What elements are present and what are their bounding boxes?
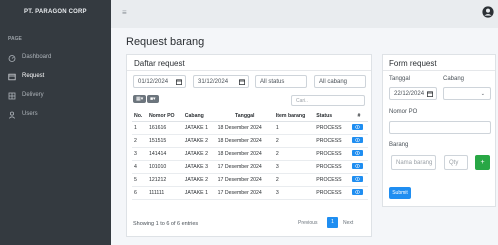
cabang-label: Cabang bbox=[443, 76, 465, 82]
eye-icon bbox=[354, 177, 360, 181]
chevron-down-icon: ⌄ bbox=[480, 91, 485, 97]
pagination-previous[interactable]: Previous bbox=[298, 220, 317, 226]
sidebar-item-delivery[interactable]: Delivery bbox=[0, 88, 111, 104]
column-header[interactable]: No. bbox=[132, 111, 147, 122]
columns-button[interactable]: ■▾ bbox=[147, 95, 159, 103]
eye-icon bbox=[354, 125, 360, 129]
column-header[interactable]: # bbox=[349, 111, 368, 122]
date-from-input[interactable]: 01/12/2024 bbox=[133, 75, 186, 88]
column-header[interactable]: Tanggal bbox=[215, 111, 274, 122]
user-avatar-icon[interactable] bbox=[482, 6, 494, 18]
eye-icon bbox=[354, 164, 360, 168]
delivery-icon bbox=[8, 92, 16, 100]
eye-icon bbox=[354, 138, 360, 142]
table-row: 4 101010 JATAKE 3 17 Desember 2024 3 PRO… bbox=[132, 160, 368, 174]
menu-icon[interactable]: ≡ bbox=[122, 8, 127, 17]
table-row: 5 121212 JATAKE 2 17 Desember 2024 2 PRO… bbox=[132, 173, 368, 187]
table-row: 2 151515 JATAKE 2 18 Desember 2024 2 PRO… bbox=[132, 134, 368, 148]
add-item-button[interactable]: + bbox=[475, 155, 490, 170]
submit-button[interactable]: Submit bbox=[389, 187, 411, 199]
sidebar-item-request[interactable]: Request bbox=[0, 69, 111, 85]
export-button[interactable]: ▦▾ bbox=[133, 95, 147, 103]
request-form-card: Form request Tanggal Cabang 22/12/2024 ⌄… bbox=[382, 54, 496, 207]
barang-label: Barang bbox=[389, 142, 409, 148]
view-detail-button[interactable] bbox=[351, 137, 363, 143]
sidebar-item-label: Delivery bbox=[22, 92, 44, 98]
request-table: No. Nomor PO Cabang Tanggal Item barang … bbox=[132, 111, 368, 200]
cabang-select[interactable]: ⌄ bbox=[443, 87, 491, 100]
sidebar: PAGE Dashboard Request Delivery Users bbox=[0, 28, 111, 245]
eye-icon bbox=[354, 190, 360, 194]
tanggal-label: Tanggal bbox=[389, 76, 411, 82]
card-title: Form request bbox=[389, 59, 437, 68]
sidebar-heading: PAGE bbox=[8, 36, 22, 42]
table-row: 6 111111 JATAKE 1 17 Desember 2024 3 PRO… bbox=[132, 186, 368, 200]
column-header[interactable]: Cabang bbox=[182, 111, 216, 122]
qty-input[interactable]: Qty bbox=[444, 155, 468, 170]
tanggal-input[interactable]: 22/12/2024 bbox=[389, 87, 437, 100]
table-info: Showing 1 to 6 of 6 entries bbox=[133, 221, 199, 227]
nomor-po-label: Nomor PO bbox=[389, 109, 418, 115]
sidebar-item-label: Request bbox=[22, 73, 45, 79]
pagination-next[interactable]: Next bbox=[343, 220, 353, 226]
view-detail-button[interactable] bbox=[351, 189, 363, 195]
status-filter-select[interactable]: All status bbox=[255, 75, 307, 88]
table-row: 3 141414 JATAKE 2 18 Desember 2024 2 PRO… bbox=[132, 147, 368, 161]
barang-input[interactable]: Nama barang bbox=[391, 155, 436, 170]
table-header-row: No. Nomor PO Cabang Tanggal Item barang … bbox=[132, 111, 368, 122]
top-navbar: PT. PARAGON CORP ≡ bbox=[0, 0, 498, 28]
calendar-icon[interactable] bbox=[176, 79, 182, 85]
view-detail-button[interactable] bbox=[351, 150, 363, 156]
view-detail-button[interactable] bbox=[351, 176, 363, 182]
request-list-card: Daftar request 01/12/2024 31/12/2024 All… bbox=[126, 54, 372, 237]
branch-filter-select[interactable]: All cabang bbox=[314, 75, 366, 88]
search-input[interactable]: Cari.. bbox=[291, 95, 365, 106]
eye-icon bbox=[354, 151, 360, 155]
column-header[interactable]: Item barang bbox=[273, 111, 315, 122]
page-title: Request barang bbox=[126, 36, 205, 48]
sidebar-item-dashboard[interactable]: Dashboard bbox=[0, 50, 111, 66]
sidebar-item-users[interactable]: Users bbox=[0, 107, 111, 123]
divider bbox=[127, 70, 371, 71]
calendar-icon[interactable] bbox=[239, 79, 245, 85]
card-title: Daftar request bbox=[134, 59, 185, 68]
view-detail-button[interactable] bbox=[351, 124, 363, 130]
column-header[interactable]: Status bbox=[314, 111, 350, 122]
sidebar-item-label: Dashboard bbox=[22, 54, 52, 60]
sidebar-item-label: Users bbox=[22, 111, 38, 117]
users-icon bbox=[8, 111, 16, 119]
nomor-po-input[interactable] bbox=[389, 121, 491, 134]
view-detail-button[interactable] bbox=[351, 163, 363, 169]
brand-name[interactable]: PT. PARAGON CORP bbox=[0, 0, 111, 28]
date-to-input[interactable]: 31/12/2024 bbox=[193, 75, 249, 88]
divider bbox=[383, 70, 495, 71]
dashboard-icon bbox=[8, 55, 16, 62]
table-row: 1 161616 JATAKE 1 18 Desember 2024 1 PRO… bbox=[132, 121, 368, 135]
calendar-icon[interactable] bbox=[427, 91, 433, 97]
request-icon bbox=[8, 73, 16, 81]
pagination-page-1[interactable]: 1 bbox=[327, 217, 338, 228]
column-header[interactable]: Nomor PO bbox=[146, 111, 183, 122]
